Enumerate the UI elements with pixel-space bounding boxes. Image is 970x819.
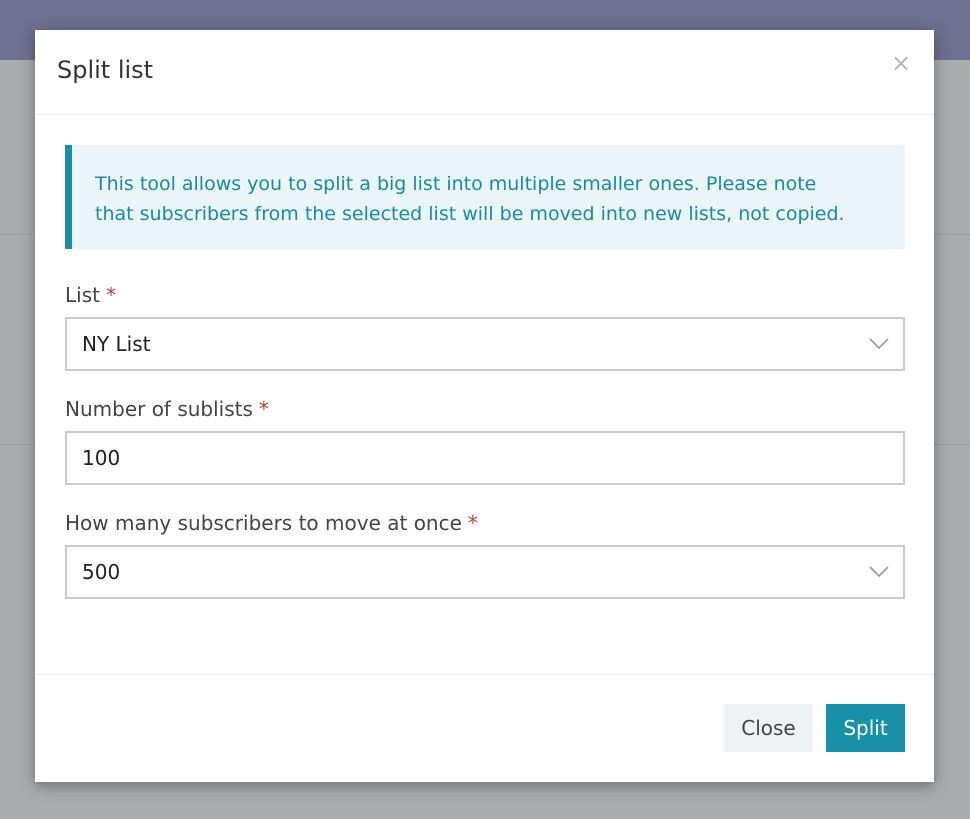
modal-footer-divider	[35, 674, 934, 675]
modal-title: Split list	[57, 56, 154, 84]
close-icon[interactable]: ×	[890, 51, 912, 75]
close-button[interactable]: Close	[724, 704, 813, 752]
required-marker: *	[258, 397, 269, 421]
chevron-down-icon	[869, 566, 889, 578]
sublists-label-text: Number of sublists	[65, 397, 253, 421]
required-marker: *	[105, 283, 116, 307]
sublists-label: Number of sublists *	[65, 397, 269, 421]
list-select-value: NY List	[82, 332, 151, 356]
info-text-line: This tool allows you to split a big list…	[95, 173, 817, 195]
list-label: List *	[65, 283, 116, 307]
batch-size-select[interactable]: 500	[65, 545, 905, 599]
list-label-text: List	[65, 283, 100, 307]
split-list-modal: Split list × This tool allows you to spl…	[35, 30, 934, 782]
batch-size-label-text: How many subscribers to move at once	[65, 511, 462, 535]
batch-size-label: How many subscribers to move at once *	[65, 511, 478, 535]
split-button[interactable]: Split	[826, 704, 905, 752]
required-marker: *	[467, 511, 478, 535]
sublists-input-value: 100	[82, 446, 121, 470]
list-select[interactable]: NY List	[65, 317, 905, 371]
modal-header: Split list ×	[35, 30, 934, 115]
batch-size-select-value: 500	[82, 560, 121, 584]
sublists-input[interactable]: 100	[65, 431, 905, 485]
info-callout: This tool allows you to split a big list…	[65, 145, 905, 249]
info-text-line: that subscribers from the selected list …	[95, 203, 845, 225]
chevron-down-icon	[869, 338, 889, 350]
